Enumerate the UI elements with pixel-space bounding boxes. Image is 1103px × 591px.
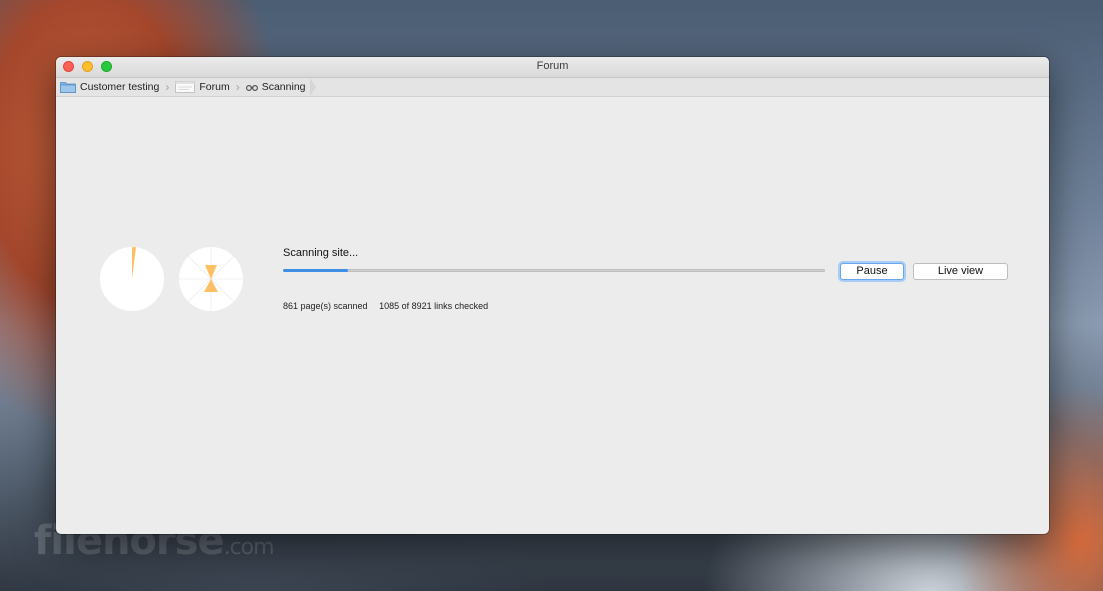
- activity-pie: [179, 247, 243, 311]
- breadcrumb-item-forum[interactable]: Forum: [171, 78, 233, 96]
- breadcrumb-label: Customer testing: [80, 81, 160, 93]
- folder-icon: [60, 82, 76, 93]
- scan-progress-fill: [283, 269, 349, 272]
- binoculars-icon: [245, 85, 258, 91]
- chevron-right-icon: ›: [235, 80, 240, 94]
- pages-progress-pie: [100, 247, 164, 311]
- scan-status-label: Scanning site...: [283, 247, 359, 259]
- window-title: Forum: [536, 60, 569, 72]
- links-checked-count: 1085 of 8921 links checked: [379, 301, 489, 311]
- breadcrumb-end-arrow: [309, 78, 316, 96]
- scan-panel: Scanning site... Pause Live view 861 pag…: [56, 97, 1049, 534]
- scan-stats: 861 page(s) scanned 1085 of 8921 links c…: [283, 301, 488, 311]
- chevron-right-icon: ›: [165, 80, 170, 94]
- pause-button[interactable]: Pause: [840, 263, 904, 280]
- title-bar[interactable]: Forum: [56, 57, 1049, 78]
- live-view-button[interactable]: Live view: [913, 263, 1008, 280]
- breadcrumb: Customer testing › Forum › Scanning: [56, 78, 1049, 97]
- breadcrumb-label: Forum: [199, 81, 230, 93]
- app-window: Forum Customer testing › Forum › Scannin…: [56, 57, 1049, 534]
- breadcrumb-item-scanning[interactable]: Scanning: [242, 78, 310, 96]
- breadcrumb-item-customer-testing[interactable]: Customer testing: [56, 78, 163, 96]
- scan-progress-bar: [283, 269, 825, 272]
- pages-scanned-count: 861 page(s) scanned: [283, 301, 368, 311]
- document-icon: [175, 81, 196, 93]
- breadcrumb-label: Scanning: [261, 81, 306, 93]
